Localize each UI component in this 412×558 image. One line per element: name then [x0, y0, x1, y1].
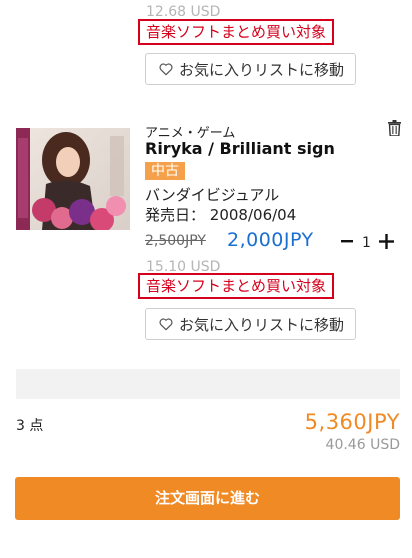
item-usd-price: 12.68 USD [146, 4, 221, 16]
favorite-label: お気に入りリストに移動 [179, 60, 345, 79]
heart-icon [159, 63, 173, 76]
release-label: 発売日： [145, 206, 206, 224]
move-to-favorites-button[interactable]: お気に入りリストに移動 [145, 308, 356, 340]
total-price-usd: 40.46 USD [325, 437, 400, 453]
original-price: 2,500JPY [145, 233, 206, 249]
move-to-favorites-button[interactable]: お気に入りリストに移動 [145, 53, 356, 85]
condition-badge: 中古 [145, 162, 185, 180]
favorite-label: お気に入りリストに移動 [179, 315, 345, 334]
release-date-line: 発売日： 2008/06/04 [145, 204, 296, 225]
item-count: 3 点 [16, 418, 44, 434]
product-publisher: バンダイビジュアル [145, 186, 280, 204]
trash-icon[interactable] [388, 120, 401, 136]
item-usd-price: 15.10 USD [146, 259, 221, 271]
plus-icon[interactable] [379, 234, 394, 249]
quantity-value: 1 [362, 235, 371, 251]
product-title[interactable]: Riryka / Brilliant sign [145, 139, 335, 158]
product-cover-image[interactable] [16, 128, 130, 230]
section-divider [16, 369, 400, 399]
total-price-jpy: 5,360JPY [304, 410, 400, 434]
campaign-badge[interactable]: 音楽ソフトまとめ買い対象 [138, 273, 335, 299]
minus-icon[interactable] [340, 233, 354, 249]
heart-icon [159, 318, 173, 331]
campaign-badge[interactable]: 音楽ソフトまとめ買い対象 [138, 19, 335, 45]
release-date: 2008/06/04 [209, 206, 297, 224]
sale-price: 2,000JPY [227, 229, 314, 251]
proceed-to-order-button[interactable]: 注文画面に進む [15, 477, 400, 520]
